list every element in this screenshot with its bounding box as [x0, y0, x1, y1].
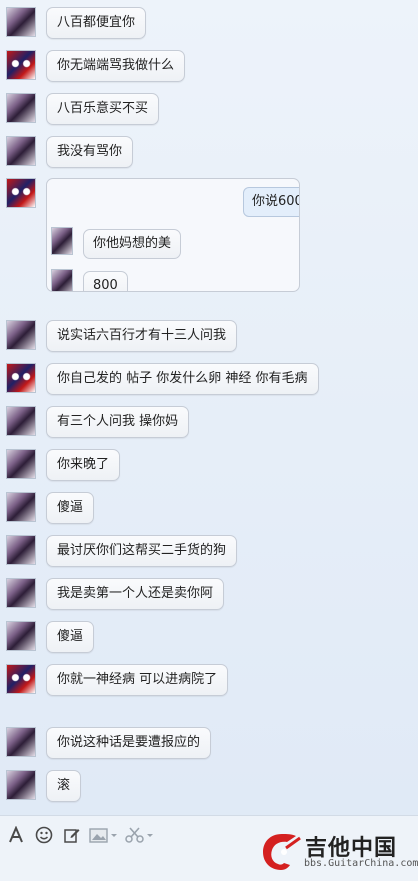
chat-history: 八百都便宜你 你无端端骂我做什么 八百乐意买不买 我没有骂你 你说600 你他妈… — [0, 0, 418, 815]
font-icon[interactable] — [6, 825, 26, 845]
message-bubble: 最讨厌你们这帮买二手货的狗 — [46, 535, 238, 567]
message-bubble: 你来晚了 — [46, 449, 121, 481]
person-avatar[interactable] — [6, 449, 36, 479]
quoted-screenshot: 你说600 你他妈想的美 800 — [46, 178, 300, 292]
input-toolbar: 吉他中国 bbs.GuitarChina.com — [0, 815, 418, 881]
watermark-subtitle: bbs.GuitarChina.com — [304, 858, 418, 869]
message-bubble: 说实话六百行才有十三人问我 — [46, 320, 238, 352]
message-bubble: 滚 — [46, 770, 82, 802]
message-bubble: 我没有骂你 — [46, 136, 134, 168]
image-icon[interactable] — [88, 825, 120, 845]
message-bubble: 傻逼 — [46, 492, 95, 524]
message-bubble: 傻逼 — [46, 621, 95, 653]
person-avatar[interactable] — [6, 770, 36, 800]
person-avatar[interactable] — [6, 727, 36, 757]
opera-mask-avatar[interactable] — [6, 363, 36, 393]
edit-icon[interactable] — [62, 825, 82, 845]
person-avatar[interactable] — [6, 535, 36, 565]
message-bubble: 八百乐意买不买 — [46, 93, 160, 125]
message-bubble: 你就一神经病 可以进病院了 — [46, 664, 229, 696]
message-bubble: 我是卖第一个人还是卖你阿 — [46, 578, 225, 610]
guitar-logo-icon — [263, 834, 301, 870]
emoji-icon[interactable] — [34, 825, 54, 845]
quoted-left-bubble: 你他妈想的美 — [83, 229, 182, 259]
person-avatar[interactable] — [6, 621, 36, 651]
person-avatar[interactable] — [6, 406, 36, 436]
opera-mask-avatar[interactable] — [6, 50, 36, 80]
message-bubble: 八百都便宜你 — [46, 7, 147, 39]
scissors-icon[interactable] — [124, 825, 156, 845]
person-avatar[interactable] — [6, 7, 36, 37]
person-avatar[interactable] — [6, 492, 36, 522]
opera-mask-avatar[interactable] — [6, 178, 36, 208]
message-bubble: 你自己发的 帖子 你发什么卵 神经 你有毛病 — [46, 363, 319, 395]
message-bubble: 你无端端骂我做什么 — [46, 50, 186, 82]
guitarchina-watermark: 吉他中国 bbs.GuitarChina.com — [260, 830, 418, 876]
message-bubble: 有三个人问我 操你妈 — [46, 406, 190, 438]
message-bubble: 你说这种话是要遭报应的 — [46, 727, 212, 759]
person-avatar[interactable] — [6, 578, 36, 608]
person-avatar[interactable] — [6, 320, 36, 350]
opera-mask-avatar[interactable] — [6, 664, 36, 694]
quoted-person-avatar — [51, 227, 73, 255]
quoted-right-bubble: 你说600 — [243, 187, 299, 217]
quoted-person-avatar — [51, 269, 73, 291]
quoted-left-bubble: 800 — [83, 271, 128, 291]
person-avatar[interactable] — [6, 136, 36, 166]
person-avatar[interactable] — [6, 93, 36, 123]
